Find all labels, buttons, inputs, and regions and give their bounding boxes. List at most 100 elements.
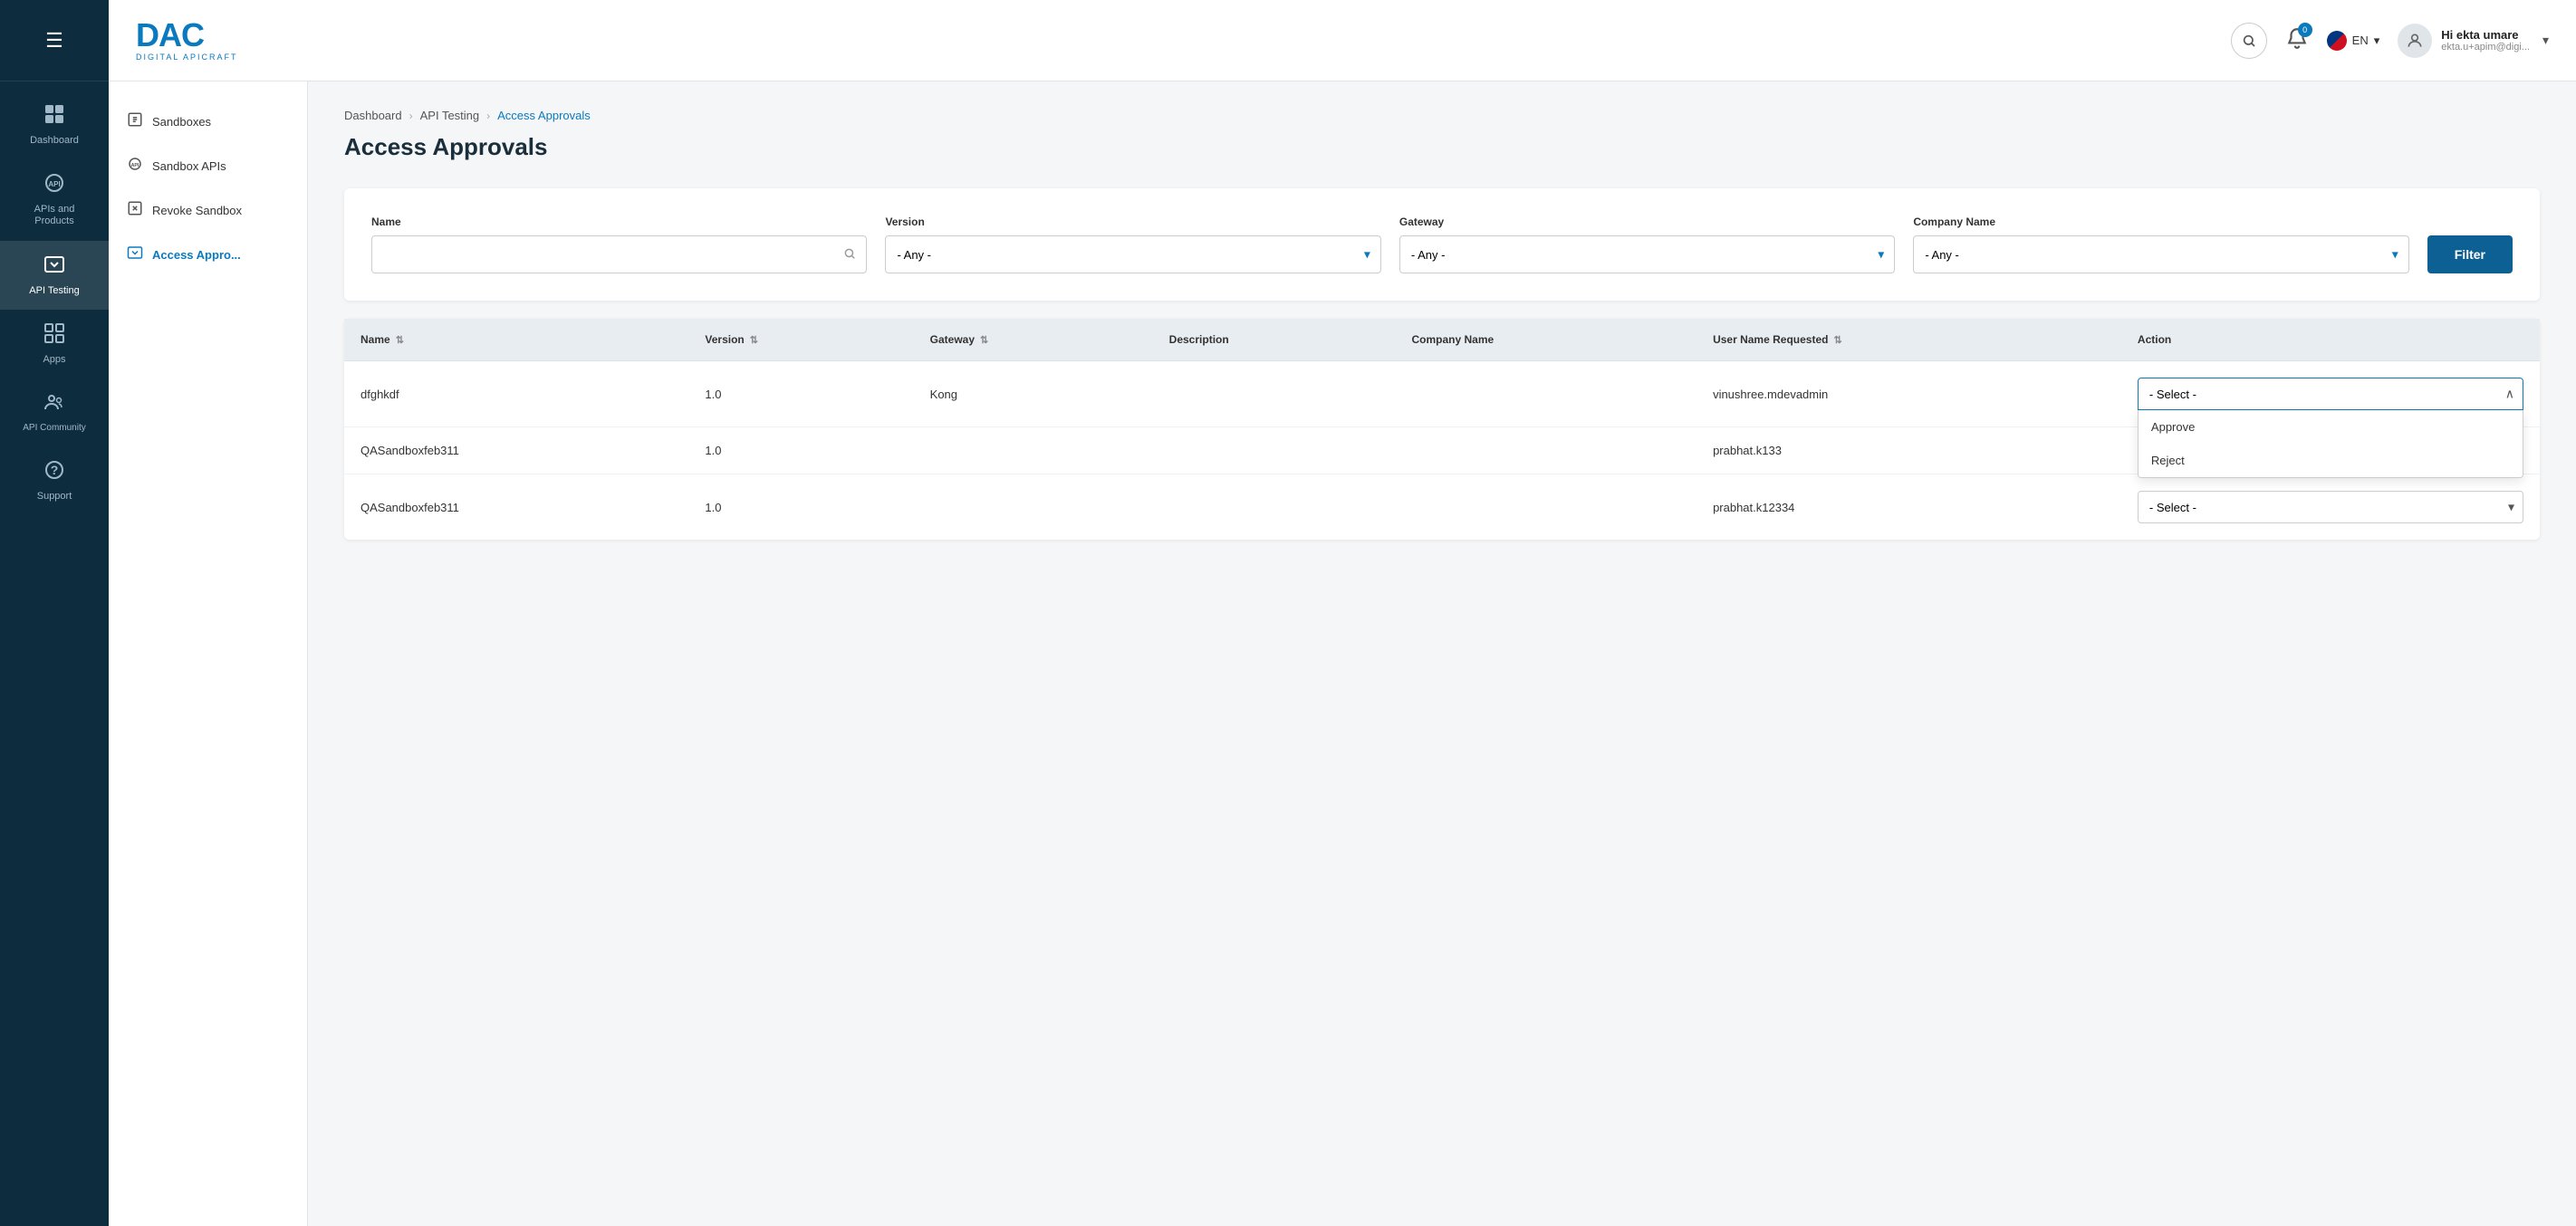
breadcrumb-api-testing[interactable]: API Testing bbox=[420, 109, 480, 122]
flag-icon bbox=[2327, 31, 2347, 51]
filter-gateway-select[interactable]: - Any - bbox=[1399, 235, 1895, 273]
search-button[interactable] bbox=[2231, 23, 2267, 59]
col-version: Version ⇅ bbox=[688, 319, 913, 361]
secondary-item-sandbox-apis[interactable]: API Sandbox APIs bbox=[109, 144, 307, 188]
col-name-sort-icon[interactable]: ⇅ bbox=[396, 334, 404, 346]
hamburger-icon[interactable]: ☰ bbox=[45, 29, 63, 53]
sidebar-item-apis[interactable]: API APIs and Products bbox=[0, 159, 109, 240]
avatar bbox=[2398, 24, 2432, 58]
sidebar-item-api-testing-label: API Testing bbox=[29, 285, 79, 297]
row2-description bbox=[1153, 427, 1396, 474]
main-area: DAC DIGITAL APICRAFT 0 EN ▾ Hi ekta umar… bbox=[109, 0, 2576, 1226]
secondary-item-sandboxes[interactable]: Sandboxes bbox=[109, 100, 307, 144]
dashboard-icon bbox=[43, 103, 65, 130]
sidebar-item-community[interactable]: API Community bbox=[0, 378, 109, 446]
support-icon: ? bbox=[43, 459, 65, 486]
row1-gateway: Kong bbox=[914, 361, 1153, 427]
col-user-sort-icon[interactable]: ⇅ bbox=[1833, 334, 1841, 346]
sidebar-item-community-label: API Community bbox=[23, 423, 85, 434]
search-icon bbox=[843, 247, 856, 263]
svg-text:API: API bbox=[48, 180, 60, 188]
top-header: DAC DIGITAL APICRAFT 0 EN ▾ Hi ekta umar… bbox=[109, 0, 2576, 81]
table-row: QASandboxfeb311 1.0 prabhat.k12334 - Sel… bbox=[344, 474, 2540, 541]
row1-version: 1.0 bbox=[688, 361, 913, 427]
col-gateway-sort-icon[interactable]: ⇅ bbox=[980, 334, 988, 346]
user-email: ekta.u+apim@digi... bbox=[2441, 42, 2530, 53]
filter-version-label: Version bbox=[885, 216, 1380, 228]
col-version-label: Version bbox=[705, 333, 744, 346]
row3-action-wrapper: - Select - Approve Reject ▾ bbox=[2138, 491, 2523, 523]
row2-company bbox=[1395, 427, 1697, 474]
col-description-label: Description bbox=[1169, 333, 1229, 346]
secondary-item-revoke-sandbox[interactable]: Revoke Sandbox bbox=[109, 188, 307, 233]
col-gateway: Gateway ⇅ bbox=[914, 319, 1153, 361]
row1-dropdown-approve[interactable]: Approve bbox=[2139, 410, 2523, 444]
filter-button[interactable]: Filter bbox=[2427, 235, 2513, 273]
col-name-label: Name bbox=[360, 333, 390, 346]
api-testing-icon bbox=[43, 254, 65, 281]
col-description: Description bbox=[1153, 319, 1396, 361]
apps-icon bbox=[43, 322, 65, 350]
logo-dac: DAC bbox=[136, 19, 238, 52]
secondary-item-access-approvals-label: Access Appro... bbox=[152, 248, 241, 262]
col-user: User Name Requested ⇅ bbox=[1697, 319, 2121, 361]
filter-company-field: Company Name - Any - ▾ bbox=[1913, 216, 2408, 273]
col-version-sort-icon[interactable]: ⇅ bbox=[750, 334, 758, 346]
access-approvals-table: Name ⇅ Version ⇅ bbox=[344, 319, 2540, 540]
row3-version: 1.0 bbox=[688, 474, 913, 541]
sidebar-item-dashboard[interactable]: Dashboard bbox=[0, 91, 109, 159]
language-selector[interactable]: EN ▾ bbox=[2327, 31, 2380, 51]
row3-company bbox=[1395, 474, 1697, 541]
col-action: Action bbox=[2121, 319, 2540, 361]
row1-description bbox=[1153, 361, 1396, 427]
secondary-item-revoke-label: Revoke Sandbox bbox=[152, 204, 242, 217]
row1-action: - Select - Approve Reject ∧ Approve Reje… bbox=[2121, 361, 2540, 427]
row3-action-select[interactable]: - Select - Approve Reject bbox=[2138, 491, 2523, 523]
row1-action-wrapper: - Select - Approve Reject ∧ Approve Reje… bbox=[2138, 378, 2523, 410]
row1-action-dropdown: Approve Reject bbox=[2138, 410, 2523, 478]
filter-name-label: Name bbox=[371, 216, 867, 228]
row3-user: prabhat.k12334 bbox=[1697, 474, 2121, 541]
breadcrumb-access-approvals[interactable]: Access Approvals bbox=[497, 109, 591, 122]
breadcrumb-sep-1: › bbox=[409, 110, 413, 122]
sandbox-apis-icon: API bbox=[127, 156, 143, 177]
filter-version-select[interactable]: - Any - bbox=[885, 235, 1380, 273]
filter-gateway-label: Gateway bbox=[1399, 216, 1895, 228]
breadcrumb-sep-2: › bbox=[486, 110, 490, 122]
row1-action-select[interactable]: - Select - Approve Reject bbox=[2138, 378, 2523, 410]
svg-text:API: API bbox=[131, 163, 139, 168]
filter-name-input[interactable] bbox=[371, 235, 867, 273]
user-chevron: ▾ bbox=[2542, 33, 2549, 48]
sidebar-item-apps[interactable]: Apps bbox=[0, 310, 109, 378]
row3-action: - Select - Approve Reject ▾ bbox=[2121, 474, 2540, 541]
table-section: Name ⇅ Version ⇅ bbox=[344, 319, 2540, 540]
col-action-label: Action bbox=[2138, 333, 2171, 346]
sidebar-logo-area: ☰ bbox=[0, 0, 109, 81]
col-name: Name ⇅ bbox=[344, 319, 688, 361]
sidebar-item-api-testing[interactable]: API Testing bbox=[0, 241, 109, 310]
filter-gateway-field: Gateway - Any - ▾ bbox=[1399, 216, 1895, 273]
row2-name: QASandboxfeb311 bbox=[344, 427, 688, 474]
user-greeting: Hi ekta umare bbox=[2441, 28, 2530, 42]
secondary-item-access-approvals[interactable]: Access Appro... bbox=[109, 233, 307, 277]
sidebar-item-apps-label: Apps bbox=[43, 354, 65, 366]
row1-user: vinushree.mdevadmin bbox=[1697, 361, 2121, 427]
secondary-item-sandboxes-label: Sandboxes bbox=[152, 115, 211, 129]
sidebar-nav: Dashboard API APIs and Products API Test… bbox=[0, 91, 109, 515]
apis-icon: API bbox=[43, 172, 65, 199]
notification-button[interactable]: 0 bbox=[2285, 26, 2309, 55]
logo: DAC DIGITAL APICRAFT bbox=[136, 19, 238, 62]
content-area: Dashboard › API Testing › Access Approva… bbox=[308, 81, 2576, 1226]
row1-name: dfghkdf bbox=[344, 361, 688, 427]
access-approvals-icon bbox=[127, 244, 143, 265]
sidebar-item-support[interactable]: ? Support bbox=[0, 446, 109, 515]
row1-dropdown-reject[interactable]: Reject bbox=[2139, 444, 2523, 477]
filter-company-select[interactable]: - Any - bbox=[1913, 235, 2408, 273]
filter-company-label: Company Name bbox=[1913, 216, 2408, 228]
table-row: dfghkdf 1.0 Kong vinushree.mdevadmin - S… bbox=[344, 361, 2540, 427]
page-title: Access Approvals bbox=[344, 133, 2540, 161]
sidebar-item-apis-label: APIs and Products bbox=[34, 204, 75, 227]
breadcrumb-dashboard[interactable]: Dashboard bbox=[344, 109, 402, 122]
sandboxes-icon bbox=[127, 111, 143, 132]
user-menu[interactable]: Hi ekta umare ekta.u+apim@digi... ▾ bbox=[2398, 24, 2549, 58]
